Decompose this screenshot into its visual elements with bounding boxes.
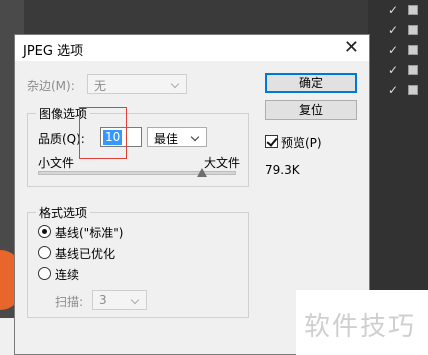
close-icon[interactable]: ✕	[344, 37, 359, 58]
layer-thumbnail	[408, 25, 418, 35]
matte-select[interactable]: 无	[87, 74, 187, 94]
format-options-group: 格式选项 基线("标准") 基线已优化 连续 扫描: 3	[27, 204, 249, 318]
quality-label: 品质(Q):	[38, 132, 85, 146]
ok-button[interactable]: 确定	[265, 73, 357, 93]
scans-select[interactable]: 3	[92, 290, 147, 310]
layer-row[interactable]: ✓	[382, 20, 428, 40]
preview-label: 预览(P)	[281, 136, 322, 150]
visibility-check-icon[interactable]: ✓	[388, 43, 400, 57]
image-options-group: 图像选项 品质(Q): 10 最佳 小文件 大文件	[27, 105, 249, 187]
dialog-title: JPEG 选项	[23, 44, 84, 59]
layers-list: ✓ ✓ ✓ ✓ ✓	[382, 0, 428, 100]
radio-baseline-optimized[interactable]	[38, 246, 51, 259]
scans-value: 3	[99, 293, 107, 307]
layer-thumbnail	[408, 85, 418, 95]
scans-label: 扫描:	[55, 295, 84, 309]
watermark-text: 软件技巧	[304, 312, 417, 342]
radio-baseline-optimized-label: 基线已优化	[55, 247, 116, 261]
visibility-check-icon[interactable]: ✓	[388, 63, 400, 77]
chevron-down-icon	[130, 293, 142, 307]
chevron-down-icon	[170, 77, 182, 91]
preview-checkbox[interactable]	[265, 135, 278, 148]
quality-slider-thumb[interactable]	[197, 168, 208, 178]
layer-row[interactable]: ✓	[382, 60, 428, 80]
layer-thumbnail	[408, 65, 418, 75]
quality-preset-value: 最佳	[154, 132, 179, 146]
layer-thumbnail	[408, 5, 418, 15]
reset-button[interactable]: 复位	[265, 100, 357, 120]
small-file-label: 小文件	[38, 156, 75, 170]
layer-row[interactable]: ✓	[382, 0, 428, 20]
file-size-value: 79.3K	[265, 163, 300, 177]
matte-label: 杂边(M):	[27, 79, 75, 93]
annotation-box	[79, 107, 127, 159]
visibility-check-icon[interactable]: ✓	[388, 83, 400, 97]
radio-baseline-standard-label: 基线("标准")	[55, 226, 124, 240]
chevron-down-icon	[190, 130, 202, 144]
quality-preset-select[interactable]: 最佳	[147, 127, 207, 147]
radio-progressive[interactable]	[38, 267, 51, 280]
layer-thumbnail	[408, 45, 418, 55]
dialog-titlebar: JPEG 选项 ✕	[15, 35, 369, 61]
visibility-check-icon[interactable]: ✓	[388, 23, 400, 37]
visibility-check-icon[interactable]: ✓	[388, 3, 400, 17]
layer-row[interactable]: ✓	[382, 80, 428, 100]
format-options-title: 格式选项	[36, 204, 91, 221]
radio-progressive-label: 连续	[55, 268, 80, 282]
layer-row[interactable]: ✓	[382, 40, 428, 60]
matte-value: 无	[94, 79, 107, 93]
radio-baseline-standard[interactable]	[38, 225, 51, 238]
large-file-label: 大文件	[204, 156, 241, 170]
